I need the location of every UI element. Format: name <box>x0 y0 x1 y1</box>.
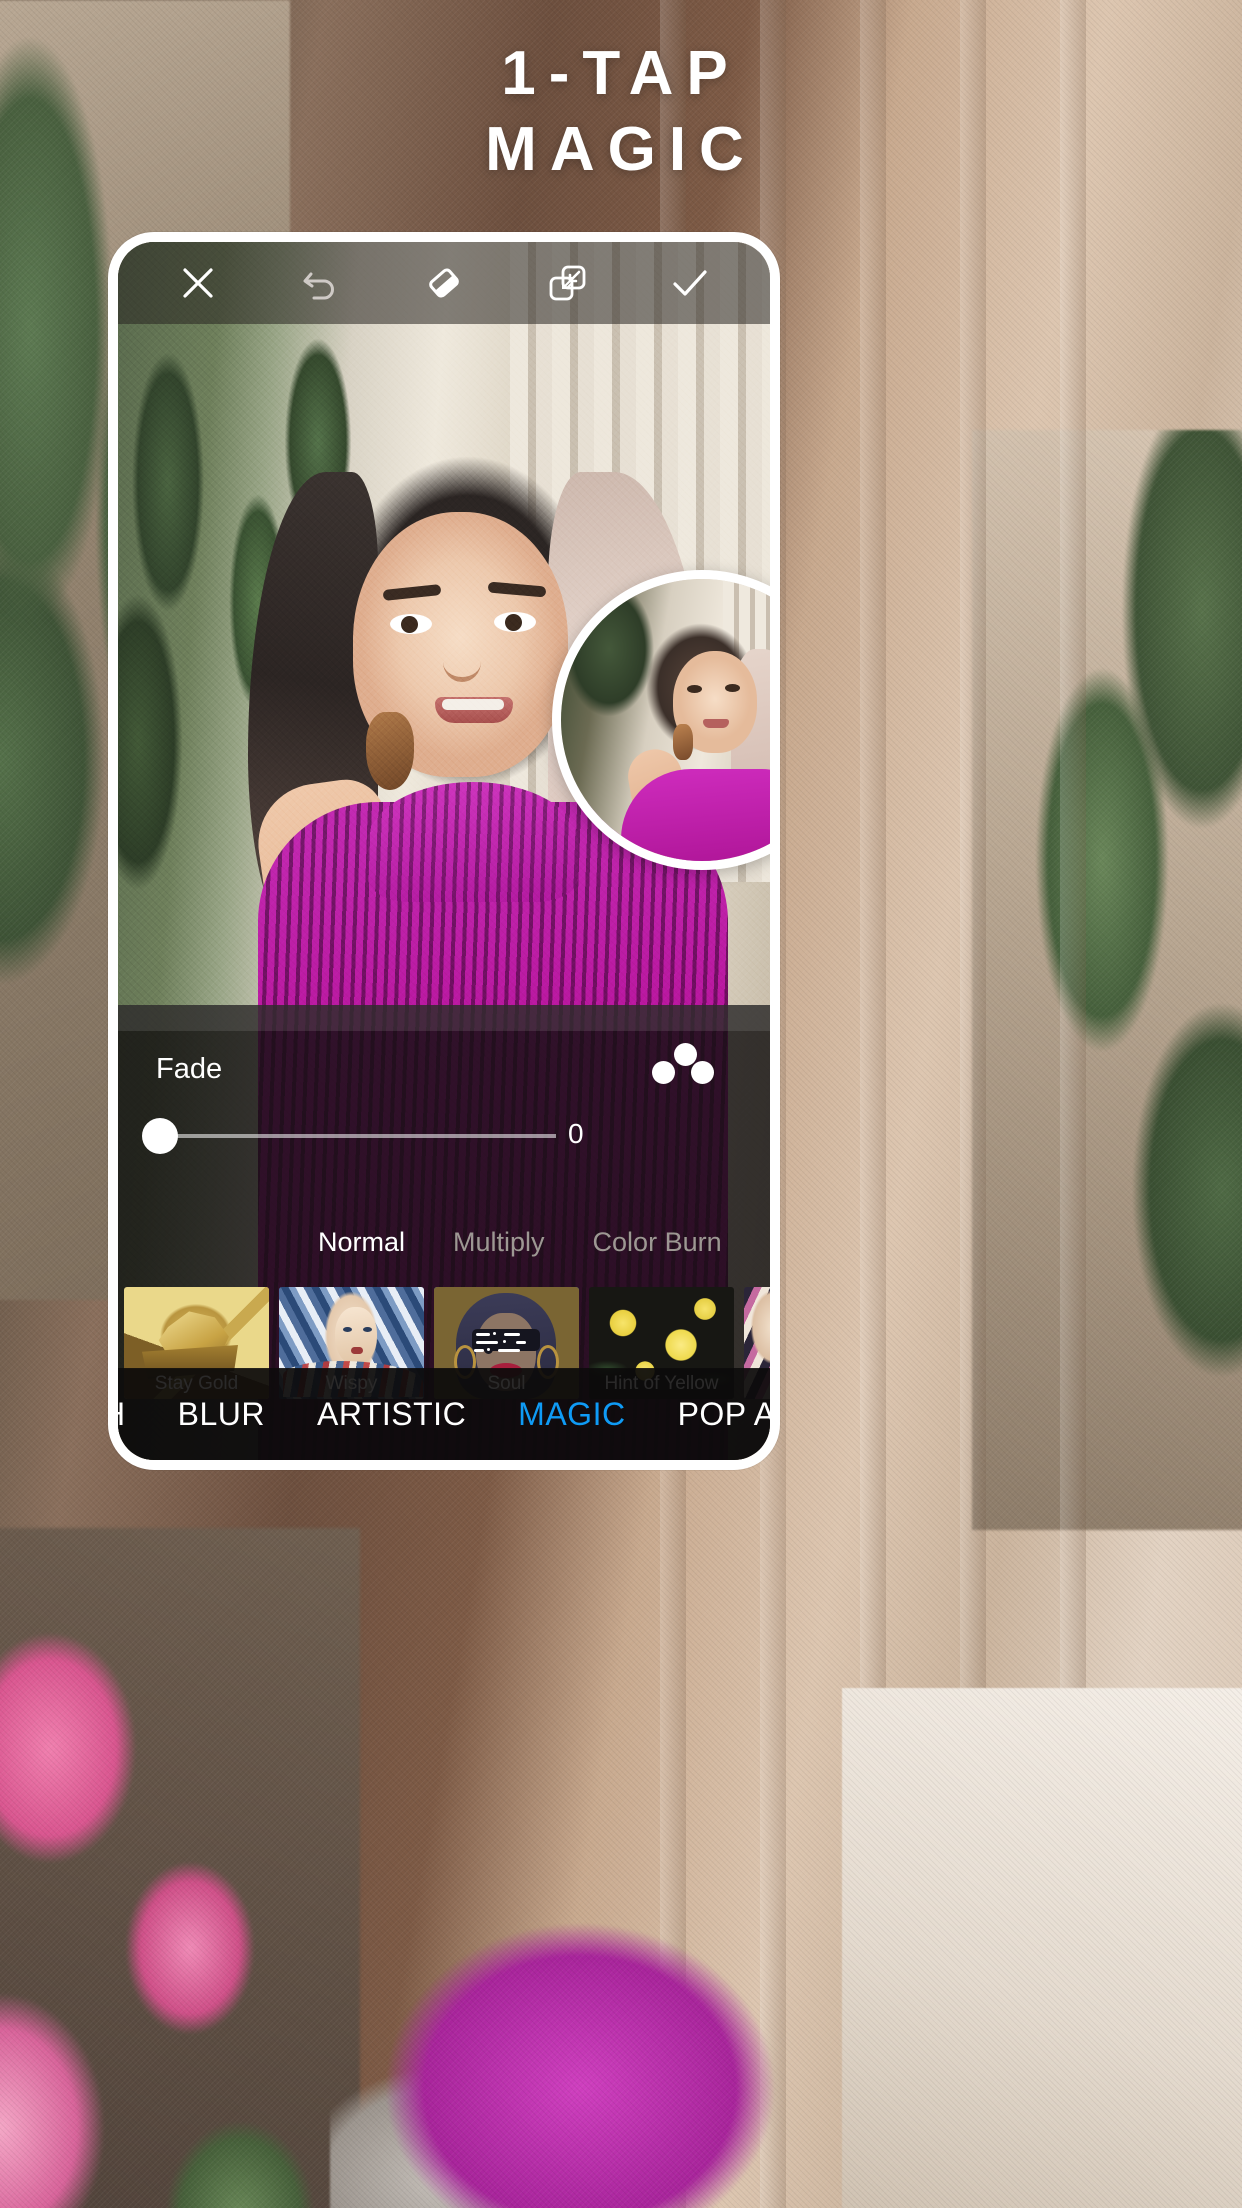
preview-eye-right <box>725 684 740 692</box>
soul-slider-line <box>474 1349 484 1352</box>
editor-screen: Fade 0 Normal Multiply Color Burn BLUR A… <box>118 242 770 1460</box>
three-dots-icon-dot <box>652 1061 675 1084</box>
tab-magic[interactable]: MAGIC <box>492 1396 651 1433</box>
soul-slider-line <box>516 1341 526 1344</box>
tab-artistic[interactable]: ARTISTIC <box>291 1396 492 1433</box>
phone-mockup-frame: Fade 0 Normal Multiply Color Burn BLUR A… <box>108 232 780 1470</box>
original-preview-photo <box>561 579 770 861</box>
confirm-button[interactable] <box>664 257 716 309</box>
preview-mouth <box>703 719 729 728</box>
eraser-icon <box>429 268 459 298</box>
editor-category-tabbar[interactable]: H BLUR ARTISTIC MAGIC POP ART <box>118 1368 770 1460</box>
panel-top-divider <box>118 1005 770 1031</box>
three-dots-icon-dot <box>691 1061 714 1084</box>
three-dots-icon-dot <box>674 1043 697 1066</box>
soul-slider-line <box>476 1341 498 1344</box>
preview-earring <box>673 724 693 760</box>
blend-mode-color-burn[interactable]: Color Burn <box>593 1227 722 1258</box>
layers-resize-icon <box>549 265 586 301</box>
blend-mode-normal[interactable]: Normal <box>318 1227 405 1258</box>
soul-slider-knob <box>484 1345 493 1354</box>
wispy-eye-left <box>343 1327 352 1332</box>
wispy-eye-right <box>363 1327 372 1332</box>
undo-button[interactable] <box>295 257 347 309</box>
tab-pop-art[interactable]: POP ART <box>652 1396 770 1433</box>
tab-sketch[interactable]: H <box>118 1396 152 1433</box>
fade-label: Fade <box>156 1053 223 1085</box>
checkmark-icon <box>673 270 707 296</box>
layers-resize-button[interactable] <box>541 257 593 309</box>
preview-eye-left <box>687 685 702 693</box>
soul-slider-knob <box>490 1329 499 1338</box>
eraser-button[interactable] <box>418 257 470 309</box>
close-icon <box>182 268 213 298</box>
more-options-button[interactable] <box>652 1043 714 1095</box>
blend-mode-row[interactable]: Normal Multiply Color Burn <box>118 1215 770 1269</box>
fade-slider-value: 0 <box>568 1118 584 1149</box>
original-preview-bubble[interactable] <box>552 570 770 870</box>
wispy-face-shape <box>335 1307 377 1365</box>
undo-icon <box>303 272 334 300</box>
fade-slider-row[interactable]: 0 <box>118 1110 770 1162</box>
soul-slider-line <box>476 1333 490 1336</box>
close-button[interactable] <box>172 257 224 309</box>
tab-blur[interactable]: BLUR <box>152 1396 291 1433</box>
editor-toolbar <box>118 242 770 324</box>
soul-slider-line <box>504 1333 520 1336</box>
fade-slider-knob[interactable] <box>142 1118 178 1154</box>
soul-slider-knob <box>500 1337 509 1346</box>
fade-slider-track[interactable] <box>158 1134 556 1138</box>
blend-mode-multiply[interactable]: Multiply <box>453 1227 545 1258</box>
wispy-mouth <box>351 1347 363 1354</box>
soul-slider-line <box>498 1349 520 1352</box>
